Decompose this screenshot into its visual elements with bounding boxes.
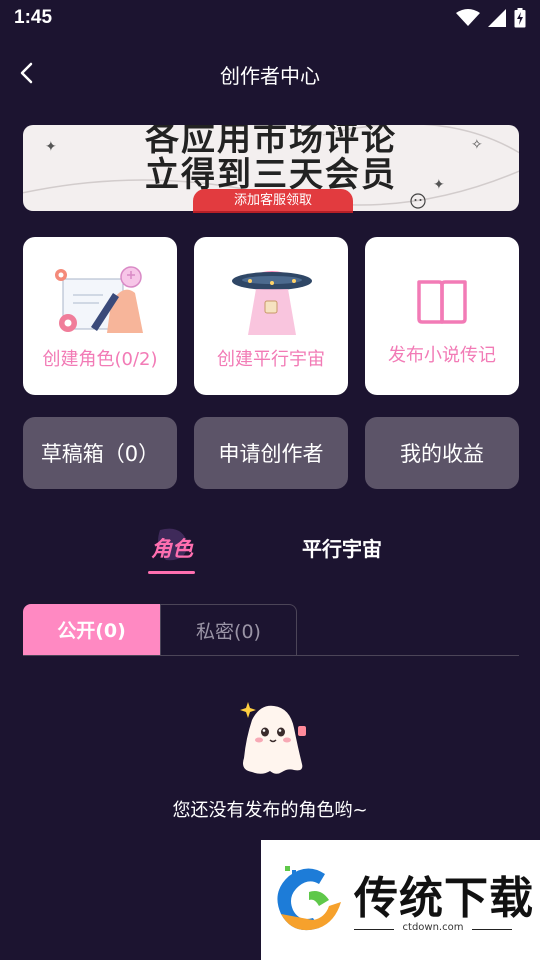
create-role-card[interactable]: 创建角色(0/2) [23, 237, 177, 395]
tab-universe[interactable]: 平行宇宙 [302, 533, 382, 562]
tab-active-indicator [148, 571, 195, 574]
ghost-icon [240, 702, 306, 774]
cellular-signal-icon [488, 9, 506, 27]
segment-private[interactable]: 私密(0) [160, 604, 297, 655]
apply-creator-button[interactable]: 申请创作者 [194, 417, 348, 489]
page-title: 创作者中心 [220, 64, 320, 88]
watermark-logo-icon [277, 866, 341, 931]
empty-state-message: 您还没有发布的角色哟~ [172, 800, 368, 821]
create-universe-label: 创建平行宇宙 [217, 349, 325, 370]
status-icons [456, 8, 526, 28]
segment-public[interactable]: 公开(0) [23, 604, 160, 655]
watermark-title: 传统下载 [354, 873, 534, 924]
tab-role[interactable]: 角色 [148, 528, 196, 576]
publish-novel-label: 发布小说传记 [388, 345, 496, 366]
header: 创作者中心 [0, 50, 540, 96]
watermark-line-right [472, 929, 512, 930]
battery-charging-icon [514, 8, 526, 28]
watermark-site: ctdown.com [402, 922, 464, 933]
watermark: 传统下载 ctdown.com [261, 840, 540, 960]
create-role-label: 创建角色(0/2) [42, 349, 158, 370]
my-earnings-button[interactable]: 我的收益 [365, 417, 519, 489]
create-universe-card[interactable]: 创建平行宇宙 [194, 237, 348, 395]
segment-divider [23, 655, 519, 656]
wifi-icon [456, 9, 480, 26]
create-role-illustration-icon [55, 266, 143, 333]
publish-novel-card[interactable]: 发布小说传记 [365, 237, 519, 395]
status-time: 1:45 [14, 7, 53, 28]
add-customer-service-button[interactable]: 添加客服领取 [193, 189, 353, 213]
tab-role-label: 角色 [151, 537, 193, 561]
drafts-button[interactable]: 草稿箱（0） [23, 417, 177, 489]
ufo-icon [232, 271, 312, 335]
status-bar: 1:45 [0, 0, 540, 36]
open-book-icon [417, 280, 467, 324]
